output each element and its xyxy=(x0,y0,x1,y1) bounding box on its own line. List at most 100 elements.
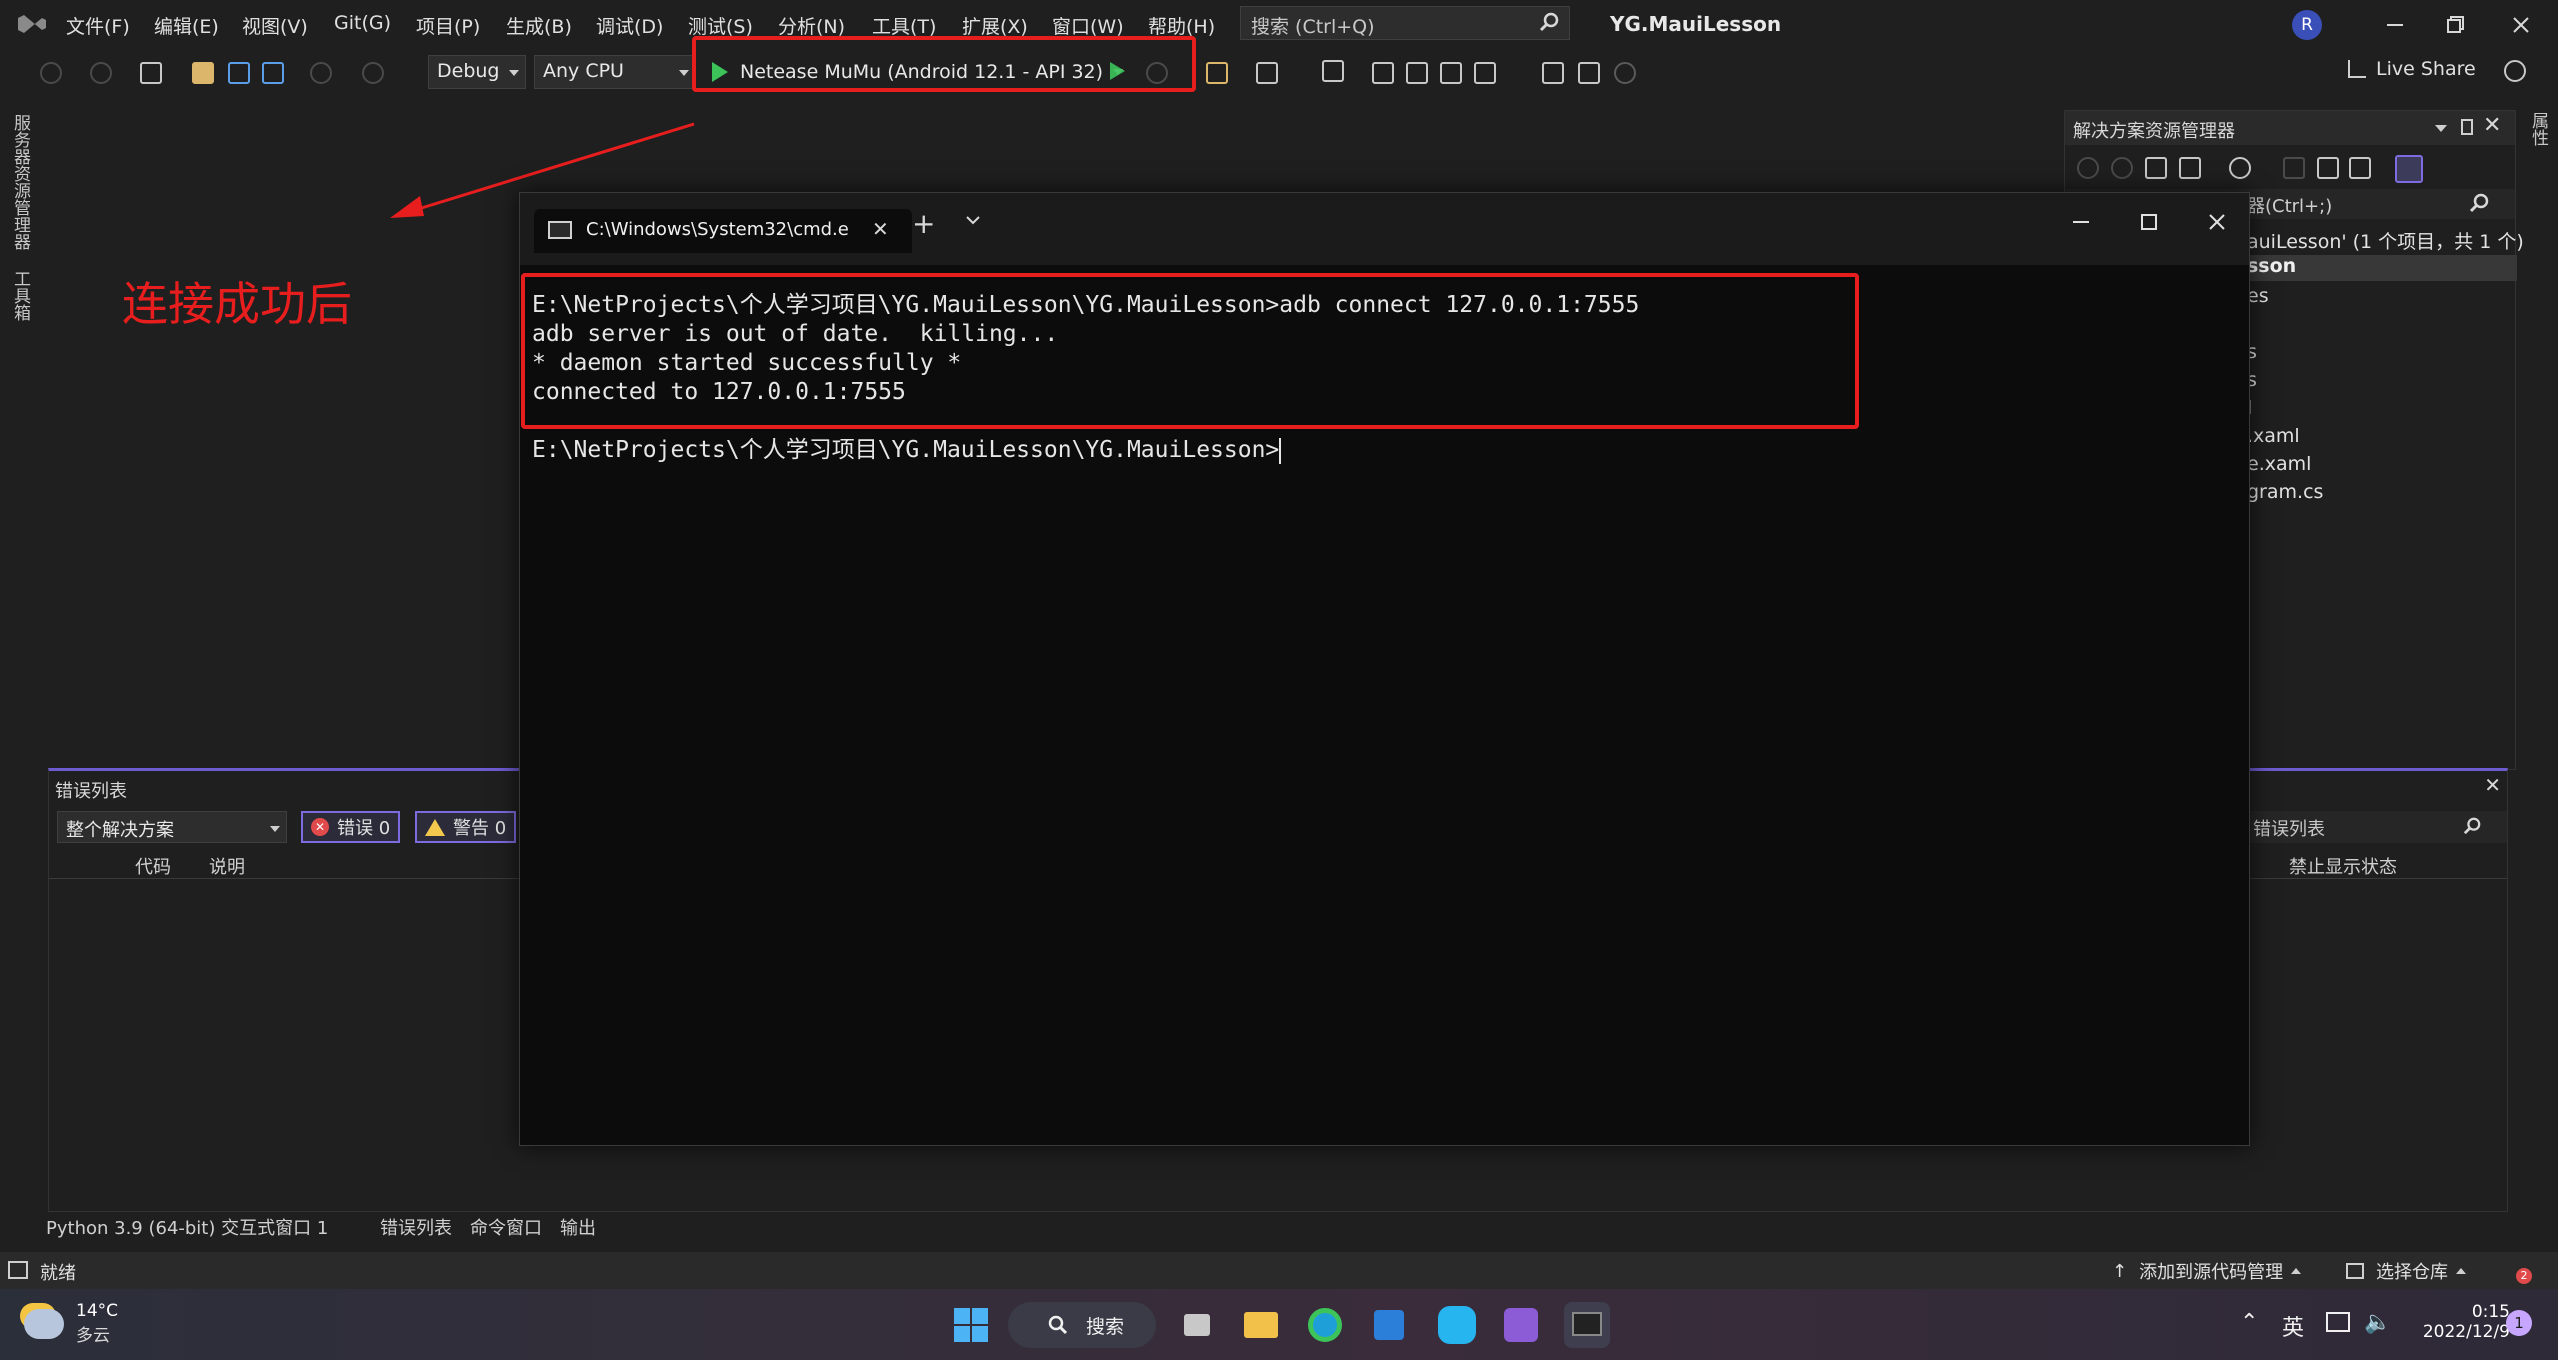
notification-center-badge[interactable]: 1 xyxy=(2506,1310,2532,1336)
forward-icon[interactable] xyxy=(2111,157,2133,179)
mumu-emulator-icon[interactable] xyxy=(1434,1302,1480,1348)
save-all-icon[interactable] xyxy=(262,62,284,84)
tree-item[interactable]: gram.cs xyxy=(2247,481,2323,503)
solution-folder-icon[interactable] xyxy=(1206,62,1228,84)
tab-python-interactive[interactable]: Python 3.9 (64-bit) 交互式窗口 1 xyxy=(46,1214,328,1240)
redo-icon[interactable] xyxy=(362,62,384,84)
back-icon[interactable] xyxy=(2077,157,2099,179)
properties-tab[interactable]: 属性 xyxy=(2526,112,2551,146)
restore-button[interactable] xyxy=(2440,10,2470,40)
forward-icon[interactable] xyxy=(90,62,112,84)
visual-studio-icon[interactable] xyxy=(1498,1302,1544,1348)
close-button[interactable] xyxy=(2506,10,2536,40)
menu-analyze[interactable]: 分析(N) xyxy=(778,12,845,39)
tab-close-icon[interactable]: ✕ xyxy=(872,217,889,241)
device-icon[interactable] xyxy=(1322,60,1344,82)
tab-output[interactable]: 输出 xyxy=(560,1214,596,1240)
edge-browser-icon[interactable] xyxy=(1302,1302,1348,1348)
pin-icon[interactable] xyxy=(2461,119,2473,135)
panel-close-icon[interactable]: ✕ xyxy=(2483,113,2501,138)
configuration-dropdown[interactable]: Debug xyxy=(428,55,526,89)
errors-filter-button[interactable]: ✕ 错误 0 xyxy=(301,811,401,843)
menu-file[interactable]: 文件(F) xyxy=(66,12,130,39)
column-header-suppression[interactable]: 禁止显示状态 xyxy=(2289,853,2397,879)
network-icon[interactable] xyxy=(2326,1312,2350,1332)
tab-error-list[interactable]: 错误列表 xyxy=(380,1214,452,1240)
server-explorer-tab[interactable]: 服务器资源管理器 xyxy=(8,114,33,250)
save-icon[interactable] xyxy=(228,62,250,84)
column-header-description[interactable]: 说明 xyxy=(209,853,245,879)
menu-edit[interactable]: 编辑(E) xyxy=(154,12,219,39)
toolbox-tab[interactable]: 工具箱 xyxy=(8,270,33,321)
platform-dropdown[interactable]: Any CPU xyxy=(534,55,696,89)
solution-node[interactable]: auiLesson' (1 个项目，共 1 个) xyxy=(2247,227,2524,254)
menu-build[interactable]: 生成(B) xyxy=(506,12,572,39)
clock[interactable]: 0:15 2022/12/9 xyxy=(2400,1302,2510,1342)
monitor-icon[interactable] xyxy=(1542,62,1564,84)
add-source-control-button[interactable]: ↑ 添加到源代码管理 xyxy=(2112,1258,2302,1284)
notifications-bell-icon[interactable]: 2 xyxy=(2504,1256,2532,1284)
camera-icon[interactable] xyxy=(1406,62,1428,84)
layout-icon[interactable] xyxy=(1256,62,1278,84)
tree-item[interactable]: .xaml xyxy=(2247,425,2300,447)
menu-window[interactable]: 窗口(W) xyxy=(1052,12,1124,39)
switch-view-icon[interactable] xyxy=(2179,157,2201,179)
globe-icon[interactable] xyxy=(1614,62,1636,84)
cmd-close-button[interactable] xyxy=(2202,207,2232,237)
input-method-indicator[interactable]: 英 xyxy=(2282,1310,2304,1342)
error-list-search-box[interactable]: 错误列表 xyxy=(2247,811,2507,843)
microsoft-store-icon[interactable] xyxy=(1366,1302,1412,1348)
copy-icon[interactable] xyxy=(2349,157,2371,179)
terminal-icon[interactable] xyxy=(1440,62,1462,84)
project-node-selected[interactable]: sson xyxy=(2247,255,2517,281)
weather-widget[interactable]: 14°C 多云 xyxy=(24,1301,118,1346)
split-icon[interactable] xyxy=(1474,62,1496,84)
file-explorer-icon[interactable] xyxy=(1238,1302,1284,1348)
feedback-icon[interactable] xyxy=(2504,60,2526,82)
new-project-icon[interactable] xyxy=(140,62,162,84)
menu-view[interactable]: 视图(V) xyxy=(242,12,308,39)
search-box[interactable]: 搜索 (Ctrl+Q) xyxy=(1240,6,1570,40)
undo-icon[interactable] xyxy=(310,62,332,84)
menu-git[interactable]: Git(G) xyxy=(334,12,391,34)
back-icon[interactable] xyxy=(40,62,62,84)
home-icon[interactable] xyxy=(2145,157,2167,179)
show-all-files-icon[interactable] xyxy=(2395,155,2423,183)
menu-test[interactable]: 测试(S) xyxy=(688,12,753,39)
menu-help[interactable]: 帮助(H) xyxy=(1148,12,1215,39)
tree-item[interactable]: e.xaml xyxy=(2247,453,2311,475)
terminal-app-icon[interactable] xyxy=(1564,1302,1610,1348)
menu-debug[interactable]: 调试(D) xyxy=(596,12,663,39)
export-icon[interactable] xyxy=(1372,62,1394,84)
sync-icon[interactable] xyxy=(2283,157,2305,179)
tablet-icon[interactable] xyxy=(1578,62,1600,84)
taskbar-search[interactable]: 搜索 xyxy=(1008,1302,1156,1348)
scope-dropdown[interactable]: 整个解决方案 xyxy=(57,811,287,843)
cmd-tab[interactable]: C:\Windows\System32\cmd.e ✕ xyxy=(534,209,912,253)
tab-dropdown-icon[interactable] xyxy=(964,211,982,234)
menu-project[interactable]: 项目(P) xyxy=(416,12,480,39)
start-button[interactable] xyxy=(948,1302,994,1348)
cmd-minimize-button[interactable] xyxy=(2066,207,2096,237)
chevron-up-icon[interactable]: ⌃ xyxy=(2240,1310,2258,1335)
open-folder-icon[interactable] xyxy=(192,62,214,84)
avatar[interactable]: R xyxy=(2292,10,2322,40)
task-view-icon[interactable] xyxy=(1174,1302,1220,1348)
search-icon[interactable] xyxy=(2469,193,2489,218)
tree-item[interactable]: es xyxy=(2247,285,2269,307)
history-icon[interactable] xyxy=(2229,157,2251,179)
collapse-all-icon[interactable] xyxy=(2317,157,2339,179)
select-repo-button[interactable]: 选择仓库 xyxy=(2346,1258,2466,1284)
cmd-maximize-button[interactable] xyxy=(2134,207,2164,237)
warnings-filter-button[interactable]: 警告 0 xyxy=(415,811,517,843)
volume-icon[interactable]: 🔈 xyxy=(2364,1310,2391,1335)
panel-menu-icon[interactable] xyxy=(2435,125,2447,132)
menu-tools[interactable]: 工具(T) xyxy=(872,12,936,39)
menu-extensions[interactable]: 扩展(X) xyxy=(962,12,1028,39)
live-share-button[interactable]: Live Share xyxy=(2348,58,2476,80)
column-header-code[interactable]: 代码 xyxy=(135,853,171,879)
visual-studio-logo-icon[interactable] xyxy=(16,10,50,38)
panel-close-icon[interactable]: ✕ xyxy=(2484,773,2501,797)
new-tab-icon[interactable]: + xyxy=(912,207,935,240)
minimize-button[interactable] xyxy=(2380,10,2410,40)
